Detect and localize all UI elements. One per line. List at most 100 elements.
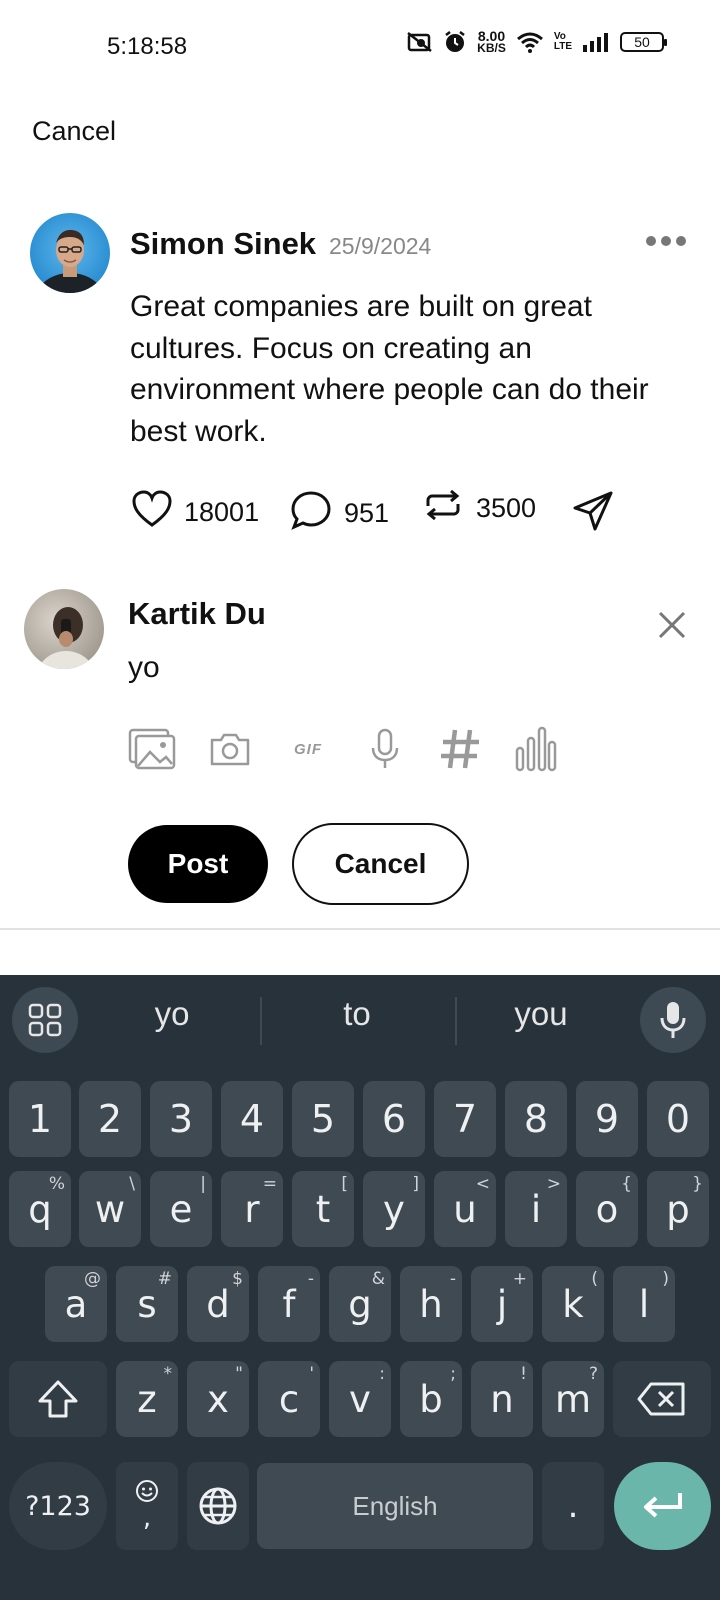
key-a[interactable]: a @ [45, 1266, 107, 1342]
key-o[interactable]: o{ [576, 1171, 638, 1247]
key-l[interactable]: l) [613, 1266, 675, 1342]
key-6[interactable]: 6 [363, 1081, 425, 1157]
key-3[interactable]: 3 [150, 1081, 212, 1157]
key-2[interactable]: 2 [79, 1081, 141, 1157]
key-5[interactable]: 5 [292, 1081, 354, 1157]
key-n[interactable]: n! [471, 1361, 533, 1437]
key-g[interactable]: g & [329, 1266, 391, 1342]
key-4[interactable]: 4 [221, 1081, 283, 1157]
key-z[interactable]: z * [116, 1361, 178, 1437]
key-hint: ] [412, 1174, 419, 1194]
key-u[interactable]: u < [434, 1171, 496, 1247]
voice-input-button[interactable] [640, 987, 706, 1053]
key-q[interactable]: q% [9, 1171, 71, 1247]
key-9[interactable]: 9 [576, 1081, 638, 1157]
key-hint: ( [591, 1269, 598, 1289]
mic-icon [660, 1002, 686, 1038]
cancel-reply-button[interactable]: Cancel [292, 823, 469, 905]
grid-icon [28, 1003, 62, 1037]
key-d[interactable]: d $ [187, 1266, 249, 1342]
key-h[interactable]: h- [400, 1266, 462, 1342]
language-key[interactable] [187, 1462, 249, 1550]
key-label: p [666, 1187, 690, 1231]
key-s[interactable]: s # [116, 1266, 178, 1342]
camera-icon[interactable] [206, 726, 254, 772]
key-hint: } [692, 1174, 703, 1194]
key-e[interactable]: e | [150, 1171, 212, 1247]
key-hint: $ [232, 1269, 243, 1289]
key-hint: = [262, 1174, 277, 1194]
post-button[interactable]: Post [128, 825, 268, 903]
divider [0, 928, 720, 930]
key-t[interactable]: t[ [292, 1171, 354, 1247]
comment-button[interactable]: 951 [290, 490, 389, 537]
key-hint: ? [588, 1364, 598, 1384]
hashtag-icon[interactable] [436, 726, 484, 772]
mic-icon[interactable] [361, 726, 409, 772]
backspace-icon [637, 1382, 685, 1416]
key-hint: \ [129, 1174, 135, 1194]
enter-icon [643, 1493, 682, 1518]
key-b[interactable]: b; [400, 1361, 462, 1437]
key-k[interactable]: k( [542, 1266, 604, 1342]
key-label: m [554, 1377, 592, 1421]
suggestion-3[interactable]: you [481, 995, 601, 1033]
post-date: 25/9/2024 [329, 233, 432, 259]
key-c[interactable]: c ' [258, 1361, 320, 1437]
symbols-key[interactable]: ?123 [9, 1462, 107, 1550]
backspace-key[interactable] [613, 1361, 711, 1437]
status-time: 5:18:58 [107, 33, 188, 60]
key-hint: ! [520, 1364, 527, 1384]
poll-icon[interactable] [512, 726, 560, 772]
suggestion-2[interactable]: to [297, 995, 417, 1033]
post-author-name[interactable]: Simon Sinek [130, 226, 316, 262]
emoji-comma-key[interactable]: , [116, 1462, 178, 1550]
key-label: w [94, 1187, 126, 1231]
suggestion-1[interactable]: yo [112, 995, 232, 1033]
key-label: b [419, 1377, 443, 1421]
globe-icon [199, 1487, 237, 1525]
gif-icon[interactable]: GIF [284, 726, 332, 772]
key-i[interactable]: i > [505, 1171, 567, 1247]
share-button[interactable] [572, 490, 614, 539]
key-hint: # [157, 1269, 172, 1289]
key-hint: " [235, 1364, 243, 1384]
key-f[interactable]: f- [258, 1266, 320, 1342]
repost-button[interactable]: 3500 [422, 489, 537, 527]
post-body: Great companies are built on great cultu… [130, 290, 649, 448]
post-author-avatar[interactable] [30, 213, 110, 293]
key-label: k [562, 1282, 584, 1326]
reply-input[interactable]: yo [128, 651, 160, 685]
key-8[interactable]: 8 [505, 1081, 567, 1157]
status-icons: 8.00 KB/S Vo LTE 50 [407, 29, 667, 54]
repost-count: 3500 [476, 493, 537, 523]
key-hint: * [163, 1364, 173, 1384]
key-r[interactable]: r = [221, 1171, 283, 1247]
keyboard-menu-button[interactable] [12, 987, 78, 1053]
close-icon[interactable] [657, 610, 687, 640]
space-key[interactable]: English [257, 1463, 533, 1549]
key-hint: { [621, 1174, 632, 1194]
reply-author-avatar[interactable] [24, 589, 104, 669]
key-0[interactable]: 0 [647, 1081, 709, 1157]
key-7[interactable]: 7 [434, 1081, 496, 1157]
header-cancel-button[interactable]: Cancel [32, 116, 116, 147]
like-button[interactable]: 18001 [132, 490, 259, 535]
enter-key[interactable] [614, 1462, 711, 1550]
key-hint: ; [450, 1364, 456, 1384]
key-j[interactable]: j + [471, 1266, 533, 1342]
image-icon[interactable] [128, 726, 176, 772]
key-x[interactable]: x " [187, 1361, 249, 1437]
key-w[interactable]: w \ [79, 1171, 141, 1247]
key-m[interactable]: m? [542, 1361, 604, 1437]
period-key[interactable]: . [542, 1462, 604, 1550]
key-label: s [137, 1282, 157, 1326]
key-hint: < [475, 1174, 490, 1194]
more-options-icon[interactable] [646, 236, 686, 246]
shift-key[interactable] [9, 1361, 107, 1437]
key-v[interactable]: v: [329, 1361, 391, 1437]
key-y[interactable]: y] [363, 1171, 425, 1247]
key-p[interactable]: p} [647, 1171, 709, 1247]
key-1[interactable]: 1 [9, 1081, 71, 1157]
suggestion-separator [455, 997, 457, 1045]
